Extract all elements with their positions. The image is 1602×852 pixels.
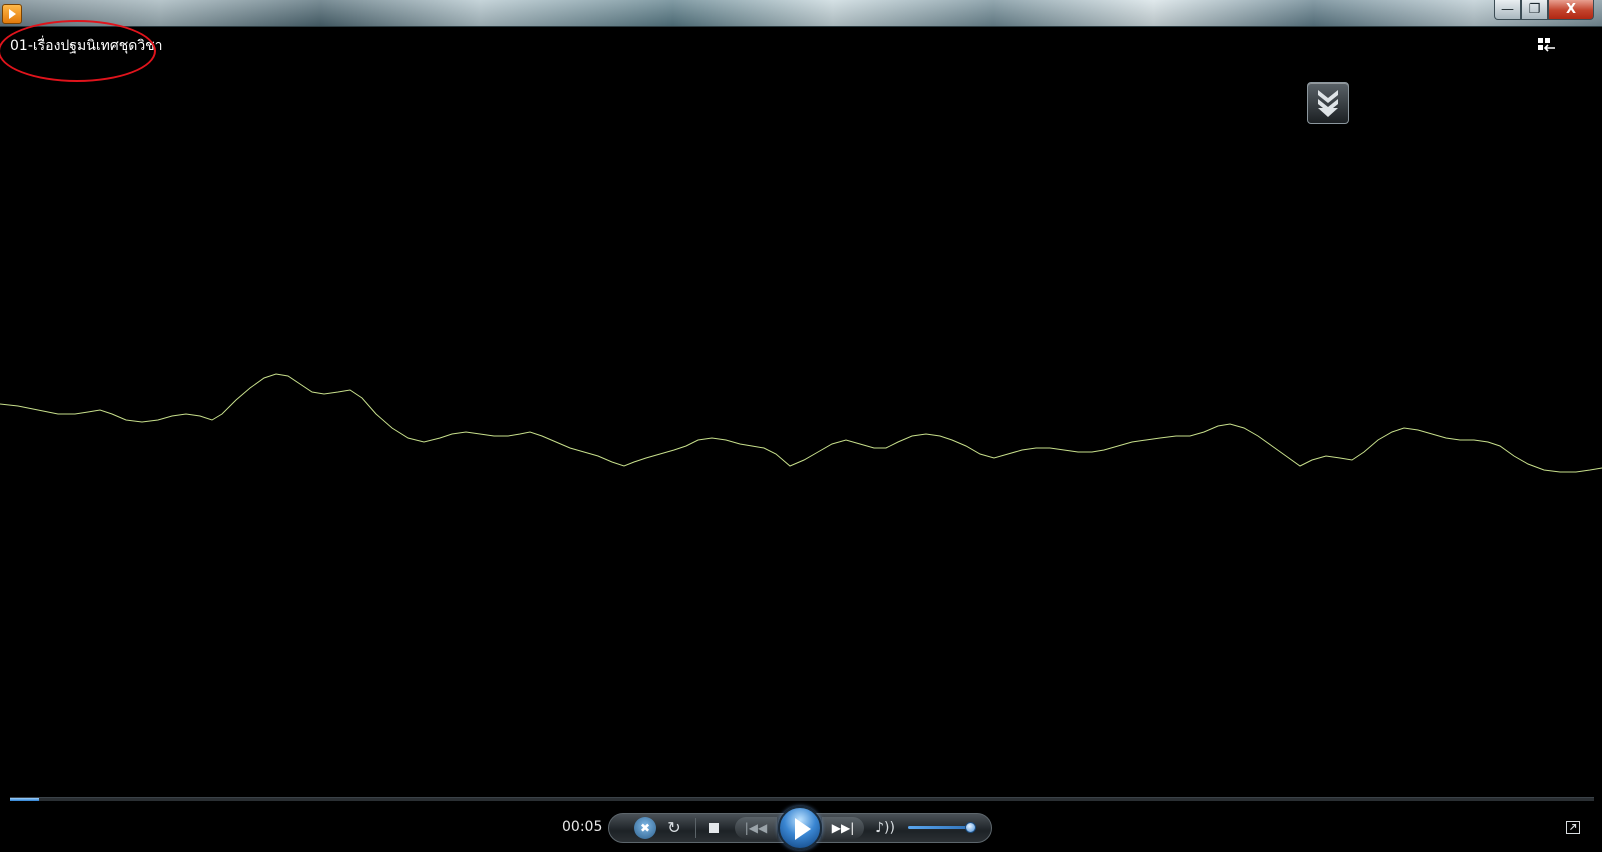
restore-button[interactable]: ❐ bbox=[1521, 0, 1548, 20]
play-button[interactable] bbox=[778, 806, 822, 850]
repeat-button[interactable]: ↻ bbox=[664, 817, 684, 839]
mute-button[interactable]: ♪)) bbox=[874, 817, 896, 839]
minimize-button[interactable]: — bbox=[1494, 0, 1521, 20]
media-player-icon[interactable] bbox=[2, 4, 22, 24]
next-button[interactable]: ▶▶| bbox=[822, 817, 864, 839]
double-chevron-down-icon bbox=[1318, 90, 1338, 117]
stop-button[interactable] bbox=[706, 820, 722, 836]
fullscreen-icon[interactable] bbox=[1566, 821, 1580, 834]
waveform-line bbox=[0, 373, 1602, 473]
seek-bar[interactable] bbox=[10, 797, 1594, 801]
media-player-window: — ❐ X 01-เรื่องปฐมนิเทศชุดวิชา 00:05 ✖ ↻… bbox=[0, 0, 1602, 852]
controls-divider bbox=[695, 818, 696, 838]
visualization-waveform bbox=[0, 373, 1602, 473]
close-button[interactable]: X bbox=[1548, 0, 1594, 20]
annotation-ellipse bbox=[0, 20, 156, 82]
chevron-down-button[interactable] bbox=[1307, 82, 1349, 124]
window-titlebar[interactable]: — ❐ X bbox=[0, 0, 1602, 27]
elapsed-time: 00:05 bbox=[562, 819, 603, 835]
window-caption-buttons: — ❐ X bbox=[1494, 0, 1594, 21]
shuffle-button[interactable]: ✖ bbox=[634, 817, 656, 839]
seek-bar-progress bbox=[10, 798, 39, 801]
switch-to-library-icon[interactable] bbox=[1538, 38, 1556, 52]
volume-slider-thumb[interactable] bbox=[965, 822, 976, 833]
previous-button[interactable]: |◀◀ bbox=[735, 817, 777, 839]
